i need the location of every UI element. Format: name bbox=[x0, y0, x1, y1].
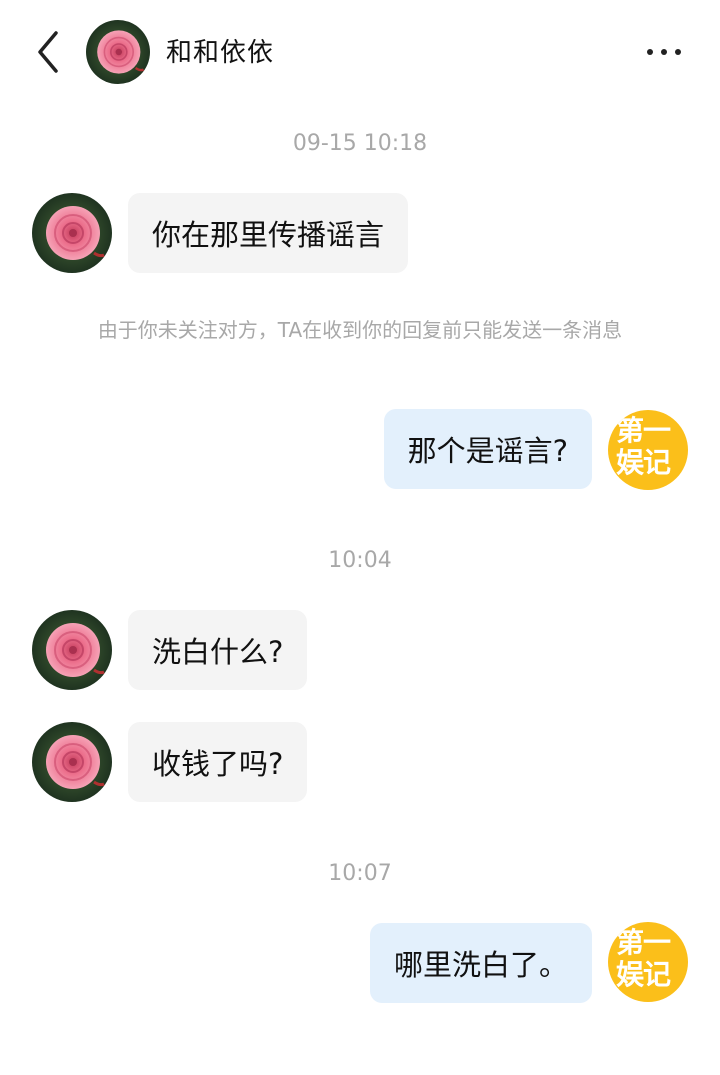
sender-avatar[interactable] bbox=[32, 722, 112, 802]
timestamp: 10:07 bbox=[328, 861, 392, 886]
badge-line2: 娱记 bbox=[616, 446, 671, 479]
timestamp: 09-15 10:18 bbox=[292, 131, 428, 156]
timestamp: 10:04 bbox=[328, 548, 392, 573]
message-bubble-incoming[interactable]: 洗白什么? bbox=[128, 610, 308, 690]
message-bubble-incoming[interactable]: 你在那里传播谣言 bbox=[128, 193, 409, 273]
contact-name[interactable]: 和和依依 bbox=[166, 32, 274, 69]
follow-notice: 由于你未关注对方，TA在收到你的回复前只能发送一条消息 bbox=[97, 318, 623, 342]
more-dot bbox=[661, 49, 667, 55]
more-options-button[interactable] bbox=[640, 36, 688, 68]
badge-line1: 第一 bbox=[616, 926, 671, 959]
more-dot bbox=[675, 49, 681, 55]
badge-line1: 第一 bbox=[616, 414, 671, 447]
sender-avatar[interactable] bbox=[32, 193, 112, 273]
badge-line2: 娱记 bbox=[616, 958, 671, 991]
message-bubble-outgoing[interactable]: 那个是谣言? bbox=[383, 409, 592, 489]
message-bubble-incoming[interactable]: 收钱了吗? bbox=[128, 722, 308, 802]
sender-avatar[interactable] bbox=[32, 610, 112, 690]
back-button[interactable] bbox=[28, 28, 68, 76]
chat-header: 和和依依 bbox=[0, 0, 720, 104]
message-bubble-outgoing[interactable]: 哪里洗白了。 bbox=[369, 923, 592, 1003]
contact-avatar[interactable] bbox=[86, 20, 150, 84]
chevron-left-icon bbox=[38, 31, 58, 73]
self-avatar[interactable]: 第一 娱记 bbox=[608, 922, 688, 1002]
self-avatar[interactable]: 第一 娱记 bbox=[608, 410, 688, 490]
more-dots-icon bbox=[647, 49, 653, 55]
